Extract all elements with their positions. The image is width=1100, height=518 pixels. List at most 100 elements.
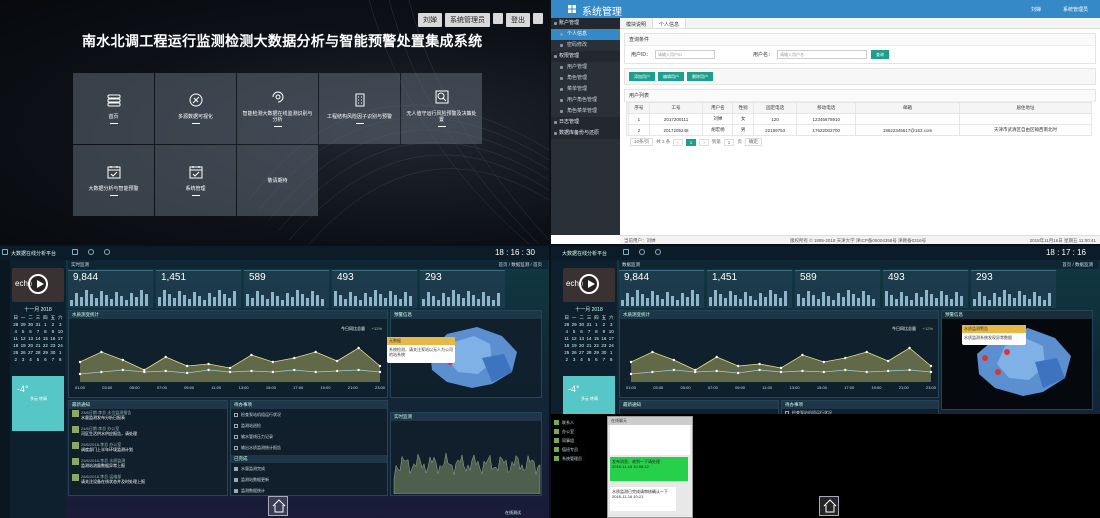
calendar-day[interactable]: 2 <box>49 322 56 329</box>
calendar-day[interactable]: 15 <box>593 336 600 343</box>
home-button[interactable] <box>819 496 839 516</box>
calendar-day[interactable]: 1 <box>42 322 49 329</box>
calendar-day[interactable]: 28 <box>563 322 570 329</box>
calendar-day[interactable]: 31 <box>34 322 41 329</box>
calendar-day[interactable]: 22 <box>42 343 49 350</box>
column-header[interactable]: 性别 <box>732 102 754 114</box>
search-button[interactable]: 查询 <box>871 50 890 59</box>
user-name-input[interactable]: 请输入用户名 <box>777 50 868 59</box>
calendar-day[interactable]: 30 <box>578 322 585 329</box>
calendar-day[interactable]: 19 <box>570 343 577 350</box>
calendar-day[interactable]: 6 <box>27 329 34 336</box>
calendar-day[interactable]: 12 <box>19 336 26 343</box>
kpi-card[interactable]: 1,451 <box>156 270 241 308</box>
calendar-day[interactable]: 26 <box>570 350 577 357</box>
kpi-card[interactable]: 9,844 <box>68 270 153 308</box>
search-icon[interactable] <box>104 249 110 255</box>
done-checkbox[interactable] <box>234 466 238 471</box>
calendar-day[interactable]: 16 <box>49 336 56 343</box>
tile-bigdata-warning[interactable]: 大数据分析与智能预警 <box>73 145 154 216</box>
todo-item[interactable]: 检查泵站机组运行状况 <box>231 409 387 420</box>
kpi-card[interactable]: 293 <box>971 270 1056 308</box>
calendar-day[interactable]: 3 <box>570 357 577 364</box>
calendar-day[interactable]: 17 <box>608 336 615 343</box>
contact-item[interactable]: 系统管理员 <box>551 454 605 463</box>
calendar-day[interactable]: 4 <box>27 357 34 364</box>
calendar-day[interactable]: 4 <box>12 329 19 336</box>
todo-item[interactable]: 输出水质监测统计报告 <box>231 442 387 453</box>
sidebar-item[interactable]: 日志管理 <box>551 117 620 128</box>
calendar-day[interactable]: 7 <box>34 329 41 336</box>
column-header[interactable]: 固定电话 <box>752 102 798 114</box>
sidebar-item[interactable]: 数据库备份与还原 <box>551 128 620 139</box>
logout-button[interactable]: 登出 <box>506 13 530 27</box>
calendar-day[interactable]: 19 <box>19 343 26 350</box>
play-icon[interactable] <box>579 274 599 294</box>
todo-item[interactable]: 监测站巡检 <box>231 420 387 431</box>
calendar-day[interactable]: 23 <box>600 343 607 350</box>
calendar-day[interactable]: 24 <box>57 343 64 350</box>
column-header[interactable]: 用户名 <box>702 102 734 114</box>
calendar-day[interactable]: 2 <box>600 322 607 329</box>
calendar-day[interactable]: 8 <box>608 357 615 364</box>
tile-risk-identification[interactable]: 工程结构风险因子识别与预警 <box>319 73 400 144</box>
settings-icon[interactable] <box>88 249 94 255</box>
tile-unattended-warning[interactable]: 无人值守运行风险预警及决策处置 <box>401 73 482 144</box>
settings-icon[interactable] <box>639 249 645 255</box>
done-item[interactable]: 监测站数据更新 <box>231 474 387 485</box>
goto-input[interactable]: 1 <box>723 138 735 146</box>
tile-visualization[interactable]: 多源数据可视化 <box>155 73 236 144</box>
calendar-day[interactable]: 28 <box>585 350 592 357</box>
sidebar-item[interactable]: 角色管理 <box>551 73 620 84</box>
calendar-day[interactable]: 17 <box>57 336 64 343</box>
system-admin-button[interactable]: 系统管理员 <box>445 13 490 27</box>
kpi-card[interactable]: 9,844 <box>619 270 704 308</box>
notice-item[interactable]: 26/6/2018-李总 运维部 请关注设备在线状态并及时处理上报 <box>69 473 227 489</box>
todo-item[interactable]: 输水管线压力记录 <box>231 431 387 442</box>
calendar-day[interactable]: 28 <box>12 322 19 329</box>
calendar-day[interactable]: 3 <box>19 357 26 364</box>
calendar-day[interactable]: 9 <box>600 329 607 336</box>
calendar-day[interactable]: 25 <box>563 350 570 357</box>
calendar-day[interactable]: 1 <box>593 322 600 329</box>
calendar-day[interactable]: 7 <box>600 357 607 364</box>
calendar-day[interactable]: 30 <box>49 350 56 357</box>
calendar-day[interactable]: 7 <box>585 329 592 336</box>
next-page-button[interactable]: › <box>699 138 709 146</box>
calendar-day[interactable]: 16 <box>600 336 607 343</box>
calendar-day[interactable]: 11 <box>12 336 19 343</box>
calendar-day[interactable]: 15 <box>42 336 49 343</box>
sidebar-item[interactable]: 用户角色管理 <box>551 95 620 106</box>
calendar-day[interactable]: 21 <box>585 343 592 350</box>
calendar-day[interactable]: 5 <box>570 329 577 336</box>
column-header[interactable]: 居住地址 <box>958 102 1093 114</box>
calendar-day[interactable]: 1 <box>57 350 64 357</box>
calendar-day[interactable]: 30 <box>27 322 34 329</box>
todo-checkbox[interactable] <box>234 434 238 439</box>
calendar-day[interactable]: 11 <box>563 336 570 343</box>
notice-item[interactable]: 24/6日期-李总 办公室 河区生活供水供应报告，请处理 <box>69 425 227 441</box>
calendar-day[interactable]: 13 <box>578 336 585 343</box>
calendar-day[interactable]: 5 <box>34 357 41 364</box>
kpi-card[interactable]: 493 <box>332 270 417 308</box>
sidebar-item[interactable]: 用户管理 <box>551 62 620 73</box>
video-player[interactable]: echo <box>563 268 615 302</box>
todo-checkbox[interactable] <box>234 412 238 417</box>
calendar-day[interactable]: 10 <box>57 329 64 336</box>
table-row[interactable]: 2 2017205248 胡宏杨男 22159753 17622002700 186223… <box>625 124 1093 136</box>
calendar-day[interactable]: 23 <box>49 343 56 350</box>
sidebar-item[interactable]: 角色菜单管理 <box>551 106 620 117</box>
admin-role-link[interactable]: 系统管理员 <box>1063 6 1088 13</box>
calendar-day[interactable]: 3 <box>57 322 64 329</box>
user-name-button[interactable]: 刘婵 <box>418 13 442 27</box>
calendar-day[interactable]: 20 <box>578 343 585 350</box>
contact-item[interactable]: 联系人 <box>551 418 605 427</box>
calendar-day[interactable]: 26 <box>19 350 26 357</box>
calendar-day[interactable]: 31 <box>585 322 592 329</box>
column-header[interactable]: 工号 <box>648 102 704 114</box>
calendar-day[interactable]: 8 <box>593 329 600 336</box>
sidebar-item[interactable]: 账户管理 <box>551 18 620 29</box>
calendar-day[interactable]: 5 <box>19 329 26 336</box>
play-icon[interactable] <box>28 274 48 294</box>
calendar-day[interactable]: 4 <box>578 357 585 364</box>
